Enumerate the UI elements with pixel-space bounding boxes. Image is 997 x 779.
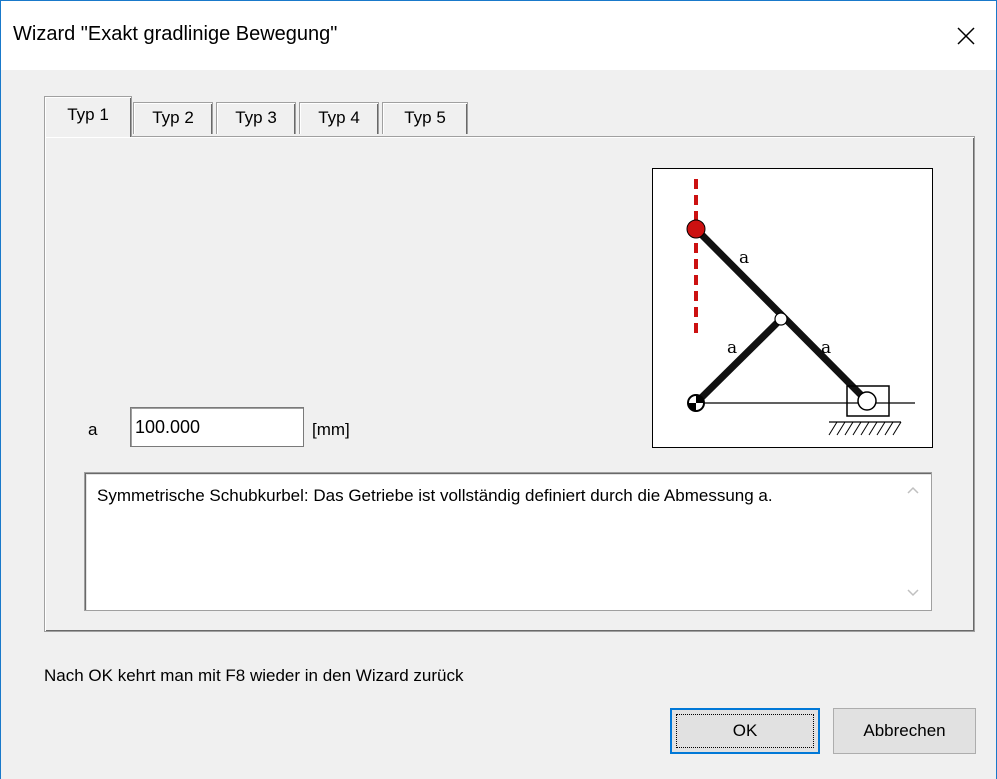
label-a-crank: a	[727, 338, 737, 358]
crank-link	[693, 316, 784, 406]
middle-joint	[774, 312, 788, 326]
slider-joint	[857, 391, 877, 411]
description-textarea[interactable]: Symmetrische Schubkurbel: Das Getriebe i…	[84, 472, 932, 611]
chevron-down-icon	[907, 589, 919, 597]
cancel-button[interactable]: Abbrechen	[833, 708, 976, 754]
hint-text: Nach OK kehrt man mit F8 wieder in den W…	[44, 666, 464, 685]
param-a-label: a	[88, 420, 98, 439]
tab-typ-4[interactable]: Typ 4	[299, 102, 379, 134]
close-icon	[957, 27, 975, 45]
hatching	[828, 421, 902, 436]
cancel-button-label: Abbrechen	[863, 721, 946, 740]
window-border-left	[0, 70, 1, 779]
coupler-point	[686, 219, 706, 239]
scroll-up-button[interactable]	[897, 475, 929, 505]
window-title: Wizard "Exakt gradlinige Bewegung"	[13, 23, 338, 45]
scroll-down-button[interactable]	[897, 578, 929, 608]
tab-typ-2[interactable]: Typ 2	[133, 102, 213, 134]
tab-typ-1[interactable]: Typ 1	[44, 96, 132, 137]
label-a-coupler: a	[739, 248, 749, 268]
description-text: Symmetrische Schubkurbel: Das Getriebe i…	[97, 486, 773, 505]
tab-typ-3[interactable]: Typ 3	[216, 102, 296, 134]
param-a-unit: [mm]	[312, 420, 350, 439]
description-scrollbar[interactable]	[897, 475, 929, 608]
title-bar: Wizard "Exakt gradlinige Bewegung"	[0, 0, 997, 70]
focus-rect	[676, 714, 814, 748]
tab-typ-5[interactable]: Typ 5	[382, 102, 468, 134]
label-a-lower: a	[821, 338, 831, 358]
chevron-up-icon	[907, 486, 919, 494]
close-button[interactable]	[936, 1, 996, 71]
param-a-input[interactable]	[130, 407, 304, 447]
ok-button[interactable]: OK	[670, 708, 820, 754]
mechanism-diagram: a a a	[652, 168, 933, 448]
